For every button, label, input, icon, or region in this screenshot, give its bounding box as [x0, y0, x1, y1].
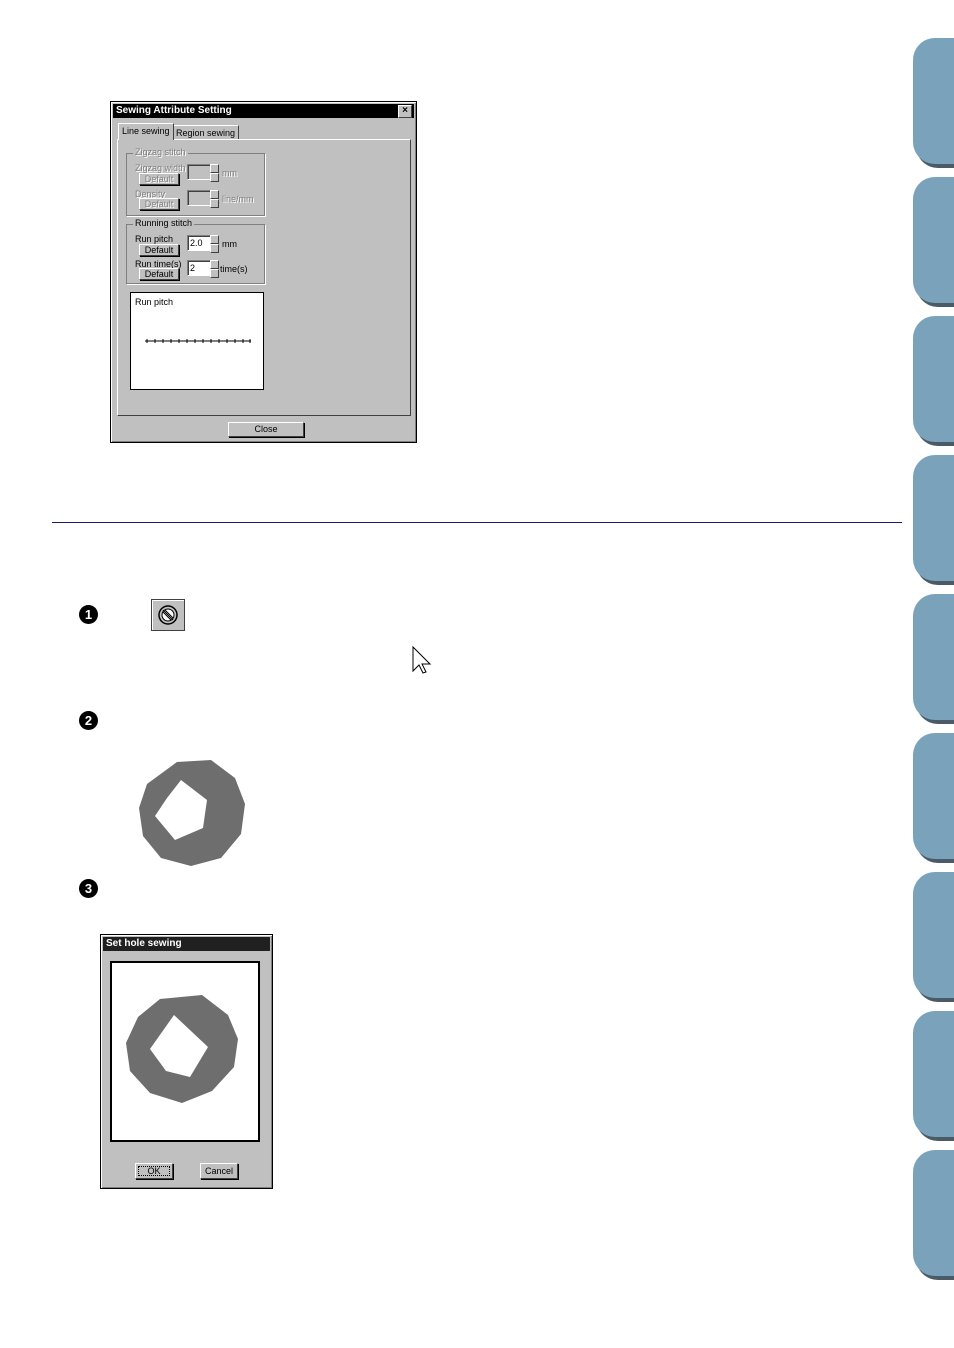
- zigzag-width-default-button: Default: [139, 173, 179, 185]
- run-pitch-unit: mm: [222, 239, 237, 249]
- side-tab-6[interactable]: [913, 733, 954, 859]
- zigzag-group-label: Zigzag stitch: [133, 147, 188, 157]
- step-1-marker: 1: [79, 605, 98, 624]
- side-tab-9[interactable]: [913, 1150, 954, 1276]
- zigzag-group: Zigzag stitch Zigzag width Default mm De…: [126, 147, 265, 216]
- side-tab-8[interactable]: [913, 1011, 954, 1137]
- running-group-label: Running stitch: [133, 218, 195, 228]
- density-default-button: Default: [139, 198, 179, 210]
- hole-preview-area: [110, 961, 260, 1142]
- running-group: Running stitch Run pitch Default 2.0 mm …: [126, 218, 265, 284]
- run-times-default-button[interactable]: Default: [139, 268, 179, 280]
- run-pitch-spinner[interactable]: [210, 235, 219, 253]
- close-button[interactable]: Close: [228, 422, 304, 437]
- section-divider: [52, 522, 902, 523]
- set-hole-sewing-dialog: Set hole sewing OK Cancel: [100, 934, 273, 1189]
- run-times-unit: time(s): [220, 264, 248, 274]
- running-stitch-preview-line: [145, 339, 251, 343]
- step-2-marker: 2: [79, 711, 98, 730]
- run-pitch-preview: Run pitch: [130, 292, 264, 390]
- tab-line-sewing[interactable]: Line sewing: [118, 123, 174, 140]
- hole-dialog-title: Set hole sewing: [106, 938, 182, 949]
- hole-region-shape: [139, 760, 245, 866]
- ok-button[interactable]: OK: [135, 1163, 173, 1179]
- zigzag-width-spinner: [210, 164, 219, 182]
- run-times-field[interactable]: 2: [187, 260, 211, 276]
- side-tab-5[interactable]: [913, 594, 954, 720]
- run-times-spinner[interactable]: [210, 260, 219, 278]
- run-pitch-label: Run pitch: [135, 234, 174, 244]
- tab-region-sewing[interactable]: Region sewing: [172, 125, 240, 140]
- dialog-titlebar: Sewing Attribute Setting ×: [113, 104, 414, 118]
- density-field: [187, 190, 211, 206]
- arrow-cursor-icon: [412, 645, 432, 674]
- zigzag-width-unit: mm: [222, 168, 237, 178]
- cancel-button[interactable]: Cancel: [200, 1163, 238, 1179]
- sewing-attribute-dialog: Sewing Attribute Setting × Line sewing R…: [110, 101, 417, 443]
- side-tab-7[interactable]: [913, 872, 954, 998]
- hole-preview-shape: [126, 995, 238, 1103]
- zigzag-width-field: [187, 164, 211, 180]
- hole-sewing-tool-button[interactable]: [151, 599, 185, 631]
- density-unit: line/mm: [222, 194, 254, 204]
- close-x-icon[interactable]: ×: [398, 105, 412, 118]
- side-tab-3[interactable]: [913, 316, 954, 442]
- zigzag-width-label: Zigzag width: [135, 163, 186, 173]
- side-tab-1[interactable]: [913, 38, 954, 164]
- dialog-title: Sewing Attribute Setting: [116, 105, 232, 116]
- run-pitch-default-button[interactable]: Default: [139, 244, 179, 256]
- tab-panel: Zigzag stitch Zigzag width Default mm De…: [117, 139, 411, 416]
- hole-dialog-titlebar: Set hole sewing: [103, 937, 270, 951]
- step-3-marker: 3: [79, 879, 98, 898]
- side-tab-2[interactable]: [913, 177, 954, 303]
- side-tab-4[interactable]: [913, 455, 954, 581]
- run-pitch-field[interactable]: 2.0: [187, 235, 211, 251]
- density-spinner: [210, 190, 219, 208]
- hole-sewing-tool-icon: [158, 605, 178, 625]
